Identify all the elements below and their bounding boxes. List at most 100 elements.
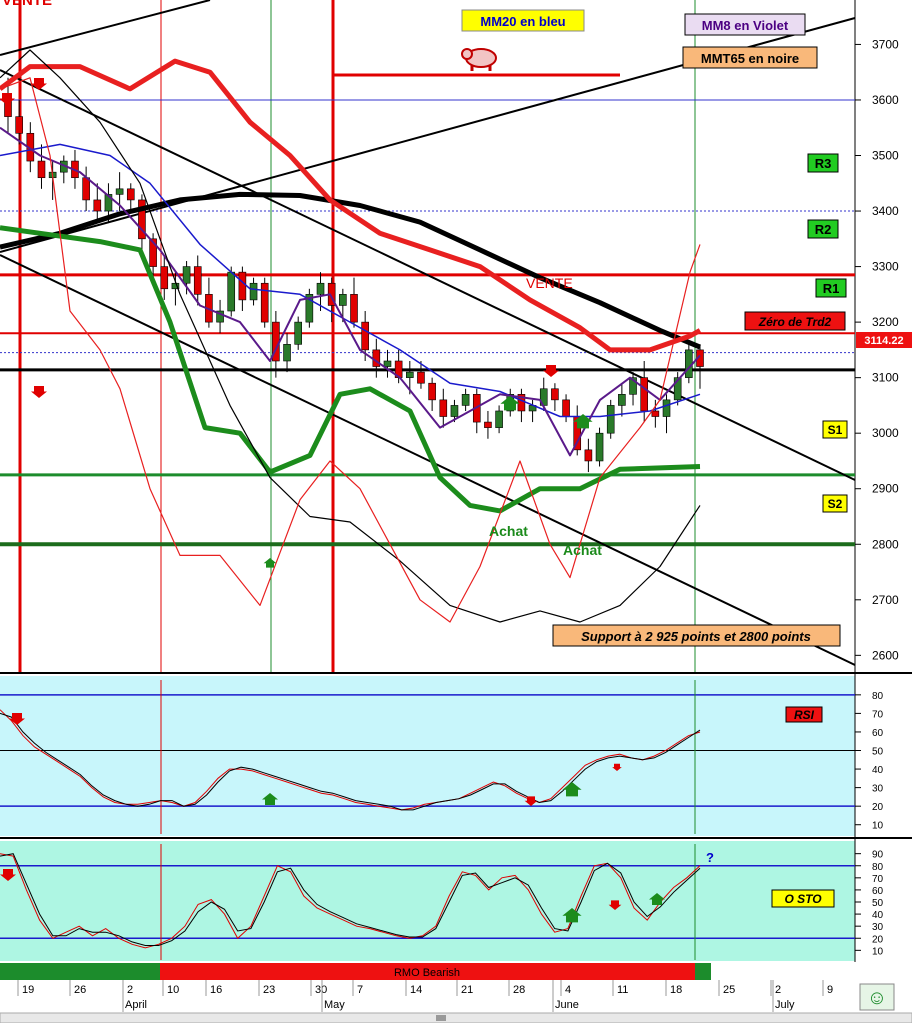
candle-body <box>160 266 169 290</box>
candle-body <box>93 199 102 212</box>
vente-top-label: VENTE <box>2 0 52 9</box>
date-day-label: 21 <box>461 984 473 996</box>
candle-body <box>618 394 626 406</box>
rsi-tick-label: 10 <box>872 821 884 832</box>
candle-body <box>193 266 202 295</box>
date-day-label: 18 <box>670 984 682 996</box>
candle-body <box>283 344 291 362</box>
rsi-tick-label: 50 <box>872 747 884 758</box>
date-day-label: 19 <box>22 984 34 996</box>
sto-title: O STO <box>771 889 835 908</box>
candle-body <box>227 271 236 312</box>
candle-body <box>551 388 559 401</box>
price-tick-label: 2700 <box>872 593 899 607</box>
date-day-label: 2 <box>127 984 133 996</box>
level-r2-label: R2 <box>807 219 839 239</box>
candle-body <box>294 321 302 345</box>
candle-body <box>461 394 470 406</box>
sto-tick-label: 10 <box>872 946 884 957</box>
achat-label-2: Achat <box>563 542 602 558</box>
main-panel <box>0 0 855 672</box>
smiley-icon[interactable]: ☺ <box>859 983 895 1011</box>
vente-mid-label: VENTE <box>526 275 573 291</box>
rmo-bar-right <box>695 963 711 980</box>
achat-label-1: Achat <box>489 523 528 539</box>
support-note-text: Support à 2 925 points et 2800 points <box>581 629 811 644</box>
date-day-label: 10 <box>167 984 179 996</box>
candle-body <box>37 160 46 179</box>
level-r3-text: R3 <box>815 156 832 171</box>
candle-body <box>562 399 570 417</box>
candle-body <box>383 360 392 367</box>
rsi-tick-label: 70 <box>872 709 884 720</box>
candle-body <box>439 399 448 417</box>
sto-title-text: O STO <box>784 892 822 906</box>
horizontal-scrollbar[interactable] <box>0 1012 912 1023</box>
candle-body <box>495 410 503 428</box>
price-tick-label: 3000 <box>872 426 899 440</box>
date-day-label: 30 <box>315 984 327 996</box>
price-tick-label: 3300 <box>872 260 899 274</box>
candle-body <box>249 282 258 301</box>
candle-body <box>417 371 425 384</box>
price-tick-label: 2900 <box>872 482 899 496</box>
legend-mm8: MM8 en Violet <box>684 13 806 36</box>
rsi-tick-label: 60 <box>872 728 884 739</box>
candle-body <box>316 282 325 295</box>
legend-mm8-label: MM8 en Violet <box>702 18 789 33</box>
legend-mmt65-label: MMT65 en noire <box>701 51 799 66</box>
sto-tick-label: 70 <box>872 874 884 885</box>
candle-body <box>15 116 23 134</box>
candle-body <box>606 405 615 434</box>
legend-mm20-label: MM20 en bleu <box>480 14 565 29</box>
level-r2-text: R2 <box>815 222 832 237</box>
candle-body <box>584 449 593 462</box>
price-tick-label: 3100 <box>872 371 899 385</box>
support-note: Support à 2 925 points et 2800 points <box>552 624 841 647</box>
level-r1-text: R1 <box>823 281 840 296</box>
date-day-label: 14 <box>410 984 422 996</box>
rsi-title-text: RSI <box>794 708 815 722</box>
candle-body <box>450 405 459 417</box>
rmo-label: RMO Bearish <box>394 967 460 979</box>
date-day-label: 2 <box>775 984 781 996</box>
date-day-label: 25 <box>723 984 735 996</box>
date-day-label: 9 <box>827 984 833 996</box>
rsi-tick-label: 40 <box>872 765 884 776</box>
date-month-label: June <box>555 999 579 1011</box>
rsi-panel <box>0 676 855 836</box>
candle-body <box>662 399 671 417</box>
date-day-label: 16 <box>210 984 222 996</box>
candle-body <box>182 266 191 284</box>
date-day-label: 4 <box>565 984 571 996</box>
sto-question-mark: ? <box>706 850 714 865</box>
rsi-tick-label: 20 <box>872 802 884 813</box>
date-month-label: April <box>125 999 147 1011</box>
sto-tick-label: 20 <box>872 934 884 945</box>
level-r3-label: R3 <box>807 153 839 173</box>
candle-body <box>361 321 369 351</box>
level-s1-text: S1 <box>828 423 843 437</box>
level-s2-text: S2 <box>828 497 843 511</box>
legend-mm20: MM20 en bleu <box>461 9 585 32</box>
level-s2-label: S2 <box>822 494 848 513</box>
price-tick-label: 2800 <box>872 537 899 551</box>
date-month-label: July <box>775 999 795 1011</box>
candle-body <box>260 282 269 323</box>
level-s1-label: S1 <box>822 420 848 439</box>
price-tag: 3114.22 <box>856 332 912 348</box>
date-day-label: 23 <box>263 984 275 996</box>
level-zero-trd2-label: Zéro de Trd2 <box>744 311 846 331</box>
candle-body <box>238 271 247 301</box>
candle-body <box>350 294 358 323</box>
candle-body <box>428 382 436 401</box>
candle-body <box>484 421 492 428</box>
sto-tick-label: 40 <box>872 910 884 921</box>
price-tick-label: 3600 <box>872 93 899 107</box>
legend-mmt65: MMT65 en noire <box>682 46 818 69</box>
date-day-label: 28 <box>513 984 525 996</box>
rsi-tick-label: 80 <box>872 691 884 702</box>
rsi-tick-label: 30 <box>872 784 884 795</box>
candle-body <box>406 371 414 378</box>
price-tick-label: 2600 <box>872 648 899 662</box>
